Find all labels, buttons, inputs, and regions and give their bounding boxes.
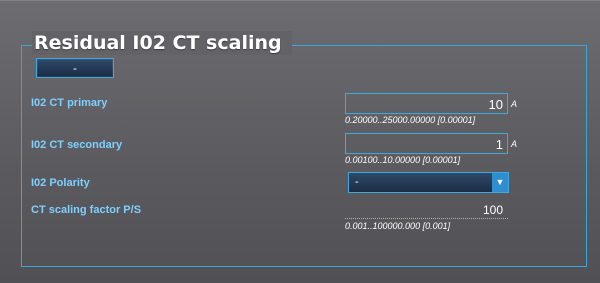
secondary-label: I02 CT secondary bbox=[31, 139, 123, 151]
primary-range: 0.20000..25000.00000 [0.00001] bbox=[345, 115, 476, 125]
primary-unit: A bbox=[511, 99, 518, 109]
polarity-label: I02 Polarity bbox=[31, 177, 90, 189]
group-title: Residual I02 CT scaling bbox=[32, 31, 292, 55]
scaling-factor-range: 0.001..100000.000 [0.001] bbox=[345, 221, 451, 231]
chevron-down-icon[interactable]: ▼ bbox=[492, 173, 508, 192]
secondary-input[interactable]: 1 bbox=[345, 133, 508, 154]
secondary-range: 0.00100..10.00000 [0.00001] bbox=[345, 155, 461, 165]
polarity-selected-value: - bbox=[355, 176, 359, 188]
group-action-button[interactable]: - bbox=[36, 58, 114, 78]
group-frame bbox=[21, 45, 587, 267]
scaling-factor-value: 100 bbox=[345, 203, 508, 219]
secondary-unit: A bbox=[511, 139, 518, 149]
primary-input[interactable]: 10 bbox=[345, 93, 508, 114]
settings-panel: Residual I02 CT scaling - I02 CT primary… bbox=[0, 0, 600, 283]
primary-label: I02 CT primary bbox=[31, 97, 108, 109]
scaling-factor-label: CT scaling factor P/S bbox=[31, 204, 142, 216]
polarity-select[interactable]: - ▼ bbox=[348, 172, 509, 193]
